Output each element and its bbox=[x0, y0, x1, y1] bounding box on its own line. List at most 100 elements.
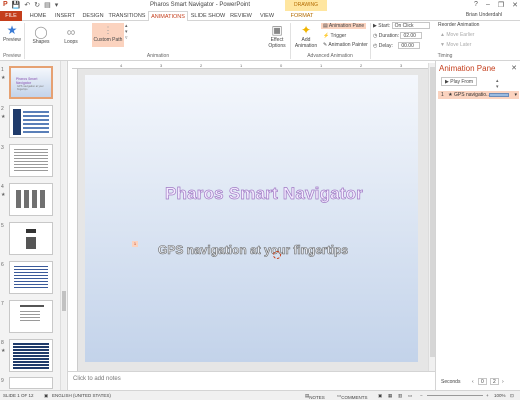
star-icon: ★ bbox=[6, 23, 18, 37]
undo-icon[interactable]: ↶ bbox=[24, 1, 30, 9]
tab-review[interactable]: REVIEW bbox=[228, 11, 254, 21]
slide-sorter-icon[interactable]: ▦ bbox=[388, 393, 392, 399]
custom-path-icon: ⋮ bbox=[103, 25, 113, 35]
play-from-label: Play From bbox=[450, 79, 474, 85]
tab-transitions[interactable]: TRANSITIONS bbox=[108, 11, 146, 21]
play-from-button[interactable]: ▶ Play From bbox=[441, 77, 478, 86]
add-animation-button[interactable]: ✦ Add Animation bbox=[292, 23, 320, 49]
slide-thumbnail-5[interactable] bbox=[9, 222, 53, 255]
slide-thumbnail-pane[interactable]: 1 ★ Pharos Smart Navigator GPS navigatio… bbox=[0, 61, 68, 390]
animation-pane-button[interactable]: ▤ Animation Pane bbox=[321, 23, 367, 29]
save-icon[interactable]: 💾 bbox=[12, 1, 21, 9]
delay-input[interactable]: 00.00 bbox=[398, 42, 421, 49]
redo-icon[interactable]: ↻ bbox=[34, 1, 40, 9]
notes-pane[interactable]: Click to add notes bbox=[68, 371, 435, 390]
tab-slide-show[interactable]: SLIDE SHOW bbox=[190, 11, 226, 21]
duration-input[interactable]: 02.00 bbox=[400, 32, 423, 39]
motion-path-marker[interactable] bbox=[273, 251, 281, 259]
zoom-out-icon[interactable]: − bbox=[420, 393, 423, 398]
move-earlier-button[interactable]: ▲ Move Earlier bbox=[440, 32, 474, 38]
start-slideshow-icon[interactable]: ▤ bbox=[44, 1, 51, 9]
notes-button[interactable]: ▤ NOTES bbox=[305, 393, 325, 400]
slide-canvas[interactable]: Pharos Smart Navigator 1 GPS navigation … bbox=[85, 75, 418, 362]
proofing-icon[interactable]: ▣ bbox=[44, 393, 48, 399]
slide-editing-area[interactable]: Pharos Smart Navigator 1 GPS navigation … bbox=[78, 69, 428, 371]
add-animation-icon: ✦ bbox=[300, 23, 312, 37]
window-controls: ? – ❐ ✕ bbox=[474, 1, 518, 9]
tab-home[interactable]: HOME bbox=[26, 11, 50, 21]
timing-bar[interactable] bbox=[489, 93, 509, 97]
thumb-number: 2 bbox=[1, 106, 4, 112]
tab-view[interactable]: VIEW bbox=[256, 11, 278, 21]
start-select[interactable]: On Click bbox=[391, 22, 430, 29]
user-name[interactable]: Brian Underdahl bbox=[466, 12, 502, 18]
dropdown-arrow-icon[interactable]: ▾ bbox=[514, 91, 517, 99]
group-label-preview: Preview bbox=[3, 53, 21, 59]
effect-options-icon: ▣ bbox=[271, 23, 283, 37]
slide-thumbnail-6[interactable] bbox=[9, 261, 53, 294]
slide-thumbnail-4[interactable] bbox=[9, 183, 53, 216]
slide-title[interactable]: Pharos Smart Navigator bbox=[165, 184, 405, 204]
slide-thumbnail-7[interactable] bbox=[9, 300, 53, 333]
close-icon[interactable]: ✕ bbox=[512, 1, 518, 9]
zoom-in-icon[interactable]: + bbox=[486, 393, 489, 398]
slide-thumbnail-9[interactable] bbox=[9, 377, 53, 389]
animation-painter-button[interactable]: ✎ Animation Painter bbox=[323, 42, 368, 48]
comments-button-label: COMMENTS bbox=[341, 395, 368, 400]
language-indicator[interactable]: ENGLISH (UNITED STATES) bbox=[52, 393, 111, 398]
seconds-dropdown[interactable]: Seconds bbox=[441, 379, 460, 385]
effect-loops[interactable]: ∞ Loops bbox=[60, 25, 82, 45]
notes-placeholder[interactable]: Click to add notes bbox=[73, 376, 121, 382]
slide-scrollbar[interactable] bbox=[428, 63, 435, 371]
timeline-start: 0 bbox=[478, 378, 487, 385]
chevron-right-icon[interactable]: › bbox=[502, 379, 504, 385]
tab-insert[interactable]: INSERT bbox=[52, 11, 78, 21]
tab-animations[interactable]: ANIMATIONS bbox=[148, 11, 188, 21]
slide-thumbnail-8[interactable] bbox=[9, 339, 53, 372]
timeline-end: 2 bbox=[490, 378, 499, 385]
slide-thumbnail-2[interactable] bbox=[9, 105, 53, 138]
slide-thumbnail-3[interactable] bbox=[9, 144, 53, 177]
pane-options-icon[interactable]: ▴ ▾ bbox=[496, 78, 499, 90]
reading-view-icon[interactable]: ▥ bbox=[398, 393, 402, 399]
help-icon[interactable]: ? bbox=[474, 1, 478, 9]
painter-icon: ✎ bbox=[323, 42, 328, 48]
animation-star-icon: ★ bbox=[1, 114, 6, 120]
clock-icon: ◷ bbox=[373, 32, 378, 39]
tab-format[interactable]: FORMAT bbox=[287, 11, 317, 21]
effect-custom-path[interactable]: ⋮ Custom Path bbox=[92, 23, 124, 47]
zoom-level[interactable]: 100% bbox=[494, 393, 506, 398]
ribbon-tabs: FILE HOME INSERT DESIGN TRANSITIONS ANIM… bbox=[0, 11, 520, 21]
fit-slide-icon[interactable]: ⊡ bbox=[510, 393, 514, 399]
group-label-advanced: Advanced Animation bbox=[307, 53, 353, 59]
minimize-icon[interactable]: – bbox=[486, 1, 490, 9]
move-later-label: Move Later bbox=[446, 42, 472, 48]
normal-view-icon[interactable]: ▣ bbox=[378, 393, 382, 399]
trigger-button[interactable]: ⚡ Trigger bbox=[323, 33, 346, 39]
thumbnail-scrollbar[interactable] bbox=[60, 61, 66, 390]
effects-gallery-scroll[interactable]: ▴ ▾ ▿ bbox=[125, 23, 128, 41]
chevron-left-icon[interactable]: ‹ bbox=[472, 379, 474, 385]
animation-order-tag[interactable]: 1 bbox=[132, 241, 138, 247]
close-icon[interactable]: ✕ bbox=[511, 64, 517, 72]
preview-button[interactable]: ★ Preview bbox=[2, 23, 22, 43]
slide-thumbnail-1[interactable]: Pharos Smart Navigator GPS navigation at… bbox=[9, 66, 53, 99]
slideshow-view-icon[interactable]: ▭ bbox=[408, 393, 412, 399]
move-later-button[interactable]: ▼ Move Later bbox=[440, 42, 471, 48]
effect-shapes[interactable]: ◯ Shapes bbox=[30, 25, 52, 45]
tab-design[interactable]: DESIGN bbox=[80, 11, 106, 21]
thumb-number: 5 bbox=[1, 223, 4, 229]
zoom-slider[interactable] bbox=[427, 395, 483, 396]
effect-options-button[interactable]: ▣ Effect Options bbox=[265, 23, 289, 49]
customize-qat-icon[interactable]: ▾ bbox=[55, 1, 59, 9]
loops-icon: ∞ bbox=[66, 25, 76, 39]
animation-list-item[interactable]: 1 ★ GPS navigatio... ▾ bbox=[438, 91, 519, 99]
scroll-thumb[interactable] bbox=[62, 291, 66, 311]
tab-file[interactable]: FILE bbox=[0, 11, 22, 21]
group-label-timing: Timing bbox=[437, 53, 453, 59]
slide-subtitle[interactable]: GPS navigation at your fingertips bbox=[158, 243, 428, 258]
ribbon: ★ Preview Preview ◯ Shapes ∞ Loops ⋮ Cus… bbox=[0, 21, 520, 61]
comments-button[interactable]: ▭ COMMENTS bbox=[337, 393, 368, 400]
title-bar: P 💾 ↶ ↻ ▤ ▾ Pharos Smart Navigator - Pow… bbox=[0, 0, 520, 19]
restore-icon[interactable]: ❐ bbox=[498, 1, 504, 9]
